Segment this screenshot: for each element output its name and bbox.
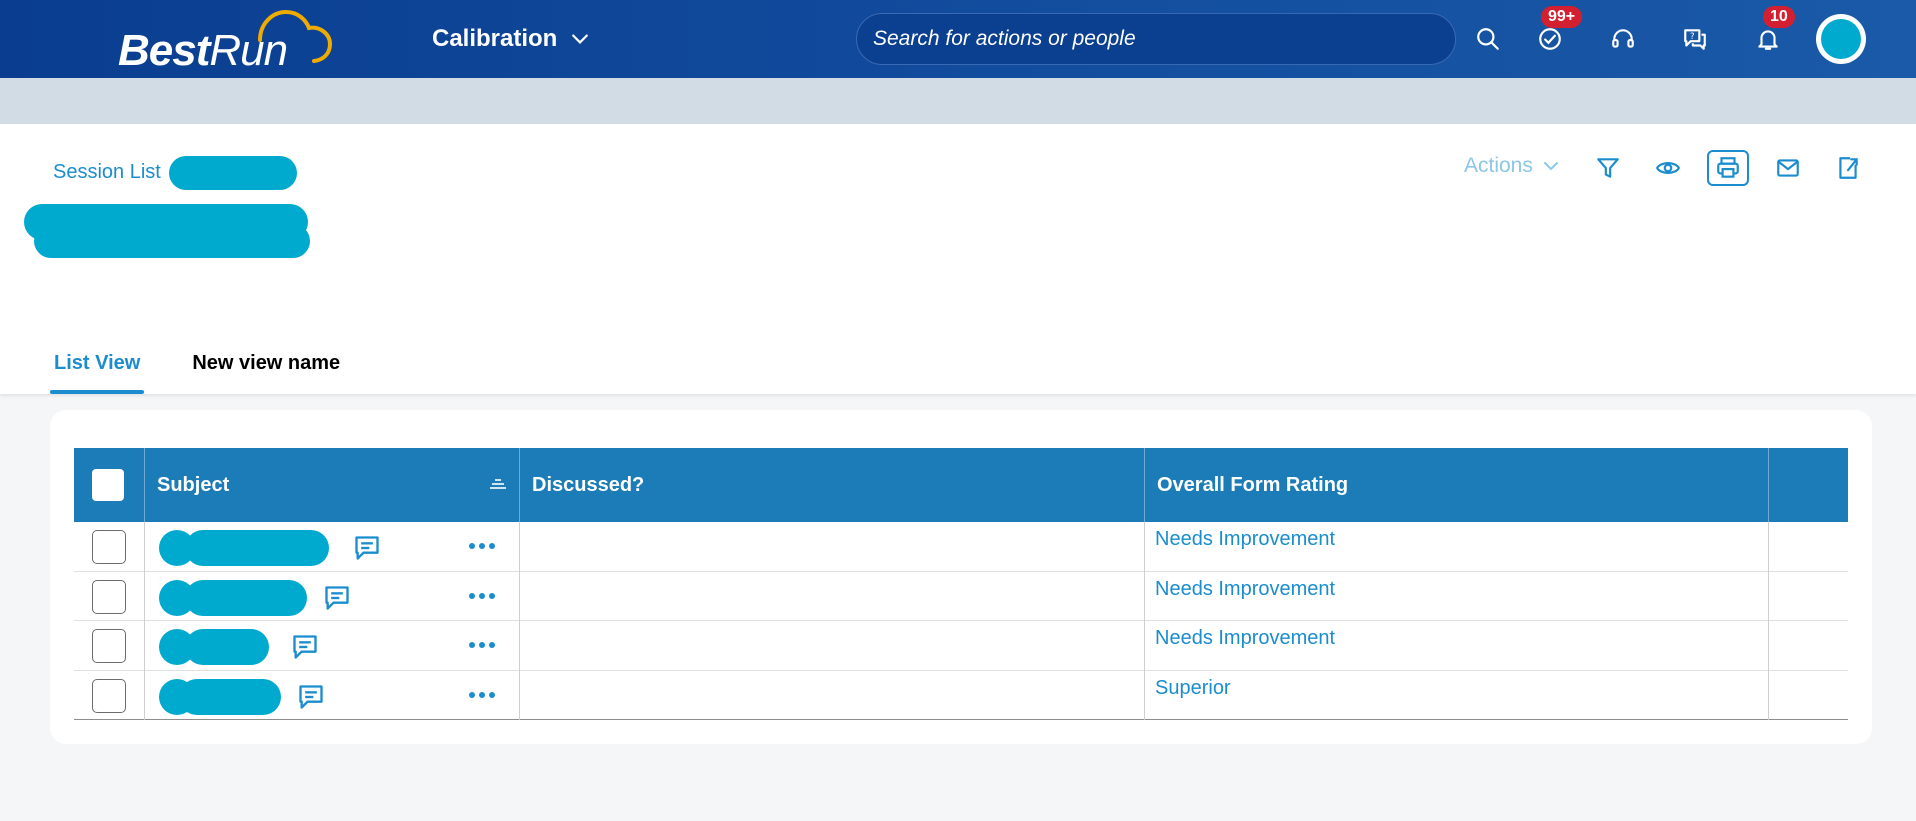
printer-icon <box>1717 157 1739 178</box>
print-button[interactable] <box>1707 150 1749 186</box>
row-checkbox[interactable] <box>92 678 126 713</box>
chevron-down-icon <box>572 34 589 44</box>
table-row[interactable]: Needs Improvement <box>74 621 1848 671</box>
discussed-cell[interactable] <box>520 670 1145 720</box>
subject-cell <box>145 522 520 572</box>
rating-link[interactable]: Needs Improvement <box>1155 627 1335 650</box>
search-box[interactable] <box>856 13 1456 65</box>
user-avatar[interactable] <box>1816 14 1866 64</box>
rating-cell: Needs Improvement <box>1145 621 1769 671</box>
select-all-checkbox[interactable] <box>92 469 124 501</box>
search-input[interactable] <box>873 27 1455 51</box>
rating-cell: Needs Improvement <box>1145 522 1769 572</box>
rating-cell: Superior <box>1145 670 1769 720</box>
rating-link[interactable]: Superior <box>1155 677 1231 700</box>
export-button[interactable] <box>1827 150 1869 186</box>
view-tabs: List View New view name <box>50 324 344 394</box>
eye-icon <box>1655 162 1681 174</box>
table-header: Subject Discussed? Overall Form Rating <box>74 448 1848 522</box>
chevron-down-icon <box>1543 162 1558 171</box>
rating-link[interactable]: Needs Improvement <box>1155 528 1335 551</box>
row-checkbox[interactable] <box>92 530 126 564</box>
column-header-subject[interactable]: Subject <box>145 448 520 522</box>
discussed-cell[interactable] <box>520 621 1145 671</box>
email-button[interactable] <box>1767 150 1809 186</box>
discussed-cell[interactable] <box>520 571 1145 621</box>
calibration-table: Subject Discussed? Overall Form Rating N… <box>74 448 1848 720</box>
page-header: Session List Actions List View New view … <box>0 124 1916 394</box>
chat-question-icon: ? <box>1684 29 1706 50</box>
more-options-icon[interactable] <box>468 584 496 608</box>
comment-icon[interactable] <box>297 683 325 711</box>
notifications-badge: 10 <box>1763 6 1795 28</box>
comment-icon[interactable] <box>353 534 381 562</box>
discussed-cell[interactable] <box>520 522 1145 572</box>
feedback-button[interactable]: ? <box>1676 20 1714 58</box>
filter-button[interactable] <box>1587 150 1629 186</box>
bestrun-logo[interactable]: BestRun <box>110 6 340 75</box>
search-button[interactable] <box>1469 20 1507 58</box>
column-header-discussed[interactable]: Discussed? <box>520 448 1145 522</box>
tasks-button[interactable]: 99+ <box>1531 6 1583 58</box>
rating-cell: Needs Improvement <box>1145 571 1769 621</box>
avatar-redacted <box>1821 19 1861 59</box>
more-options-icon[interactable] <box>468 683 496 707</box>
search-icon <box>1477 28 1499 50</box>
subject-name-redacted[interactable] <box>179 678 281 715</box>
column-header-extra <box>1769 448 1848 522</box>
comment-icon[interactable] <box>291 633 319 661</box>
shell-bar: BestRun Calibration 99+ ? 10 <box>0 0 1916 78</box>
subject-cell <box>145 571 520 621</box>
comment-icon[interactable] <box>323 584 351 612</box>
row-select-cell <box>74 621 145 671</box>
tasks-badge: 99+ <box>1541 6 1583 28</box>
subject-name-redacted[interactable] <box>185 629 269 665</box>
more-options-icon[interactable] <box>468 534 496 558</box>
subject-name-redacted[interactable] <box>185 579 307 616</box>
column-discussed-label: Discussed? <box>532 473 645 496</box>
support-button[interactable] <box>1604 20 1642 58</box>
export-icon <box>1839 157 1858 179</box>
column-subject-label: Subject <box>157 473 230 496</box>
column-rating-label: Overall Form Rating <box>1157 473 1349 496</box>
row-checkbox[interactable] <box>92 579 126 614</box>
product-title: Calibration <box>432 25 558 52</box>
table-card: Subject Discussed? Overall Form Rating N… <box>50 410 1872 744</box>
check-circle-icon <box>1539 28 1561 50</box>
row-select-cell <box>74 670 145 720</box>
row-select-cell <box>74 522 145 572</box>
actions-label: Actions <box>1464 154 1533 177</box>
subject-cell <box>145 621 520 671</box>
table-row[interactable]: Needs Improvement <box>74 571 1848 621</box>
headset-icon <box>1612 29 1634 48</box>
redacted-subtitle <box>34 224 310 258</box>
filter-icon <box>1597 158 1619 178</box>
row-select-cell <box>74 571 145 621</box>
sort-icon[interactable] <box>489 476 507 492</box>
breadcrumb-band <box>0 78 1916 124</box>
actions-menu-button[interactable]: Actions <box>1464 154 1559 178</box>
product-switcher[interactable]: Calibration <box>432 22 589 56</box>
rating-link[interactable]: Needs Improvement <box>1155 578 1335 601</box>
view-button[interactable] <box>1647 150 1689 186</box>
select-all-cell <box>74 448 145 522</box>
table-row[interactable]: Superior <box>74 670 1848 720</box>
subject-name-redacted[interactable] <box>185 530 329 566</box>
redacted-breadcrumb <box>169 156 297 190</box>
tab-list-view[interactable]: List View <box>50 324 145 394</box>
envelope-icon <box>1777 159 1799 177</box>
tab-new-view-name[interactable]: New view name <box>188 324 344 394</box>
bell-icon <box>1758 30 1778 50</box>
svg-text:?: ? <box>1690 32 1695 42</box>
logo-text: BestRun <box>118 26 288 75</box>
subject-cell <box>145 670 520 720</box>
table-row[interactable]: Needs Improvement <box>74 522 1848 572</box>
breadcrumb-session-list[interactable]: Session List <box>53 161 161 184</box>
more-options-icon[interactable] <box>468 633 496 657</box>
notifications-button[interactable]: 10 <box>1749 6 1795 58</box>
column-header-rating[interactable]: Overall Form Rating <box>1145 448 1769 522</box>
row-checkbox[interactable] <box>92 629 126 663</box>
